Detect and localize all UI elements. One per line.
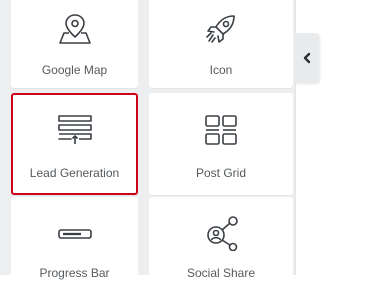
map-pin-icon bbox=[58, 14, 91, 44]
grid-icon bbox=[205, 115, 237, 145]
chevron-left-icon bbox=[303, 52, 311, 64]
progress-bar-icon bbox=[57, 229, 92, 239]
widget-label: Lead Generation bbox=[29, 166, 120, 180]
lead-form-icon bbox=[57, 115, 92, 144]
collapse-panel-button[interactable] bbox=[295, 33, 319, 83]
widget-label: Progress Bar bbox=[39, 266, 110, 280]
widget-panel: Google Map Icon Lead Generation Post Gri… bbox=[0, 0, 295, 287]
widget-social-share[interactable]: Social Share bbox=[149, 197, 293, 287]
widget-icon[interactable]: Icon bbox=[149, 0, 293, 88]
widget-progress-bar[interactable]: Progress Bar bbox=[11, 197, 138, 287]
widget-label: Google Map bbox=[41, 63, 108, 77]
widget-google-map[interactable]: Google Map bbox=[11, 0, 138, 88]
share-icon bbox=[207, 216, 238, 251]
widget-label: Icon bbox=[209, 63, 233, 77]
widget-label: Post Grid bbox=[195, 166, 246, 180]
widget-post-grid[interactable]: Post Grid bbox=[149, 93, 293, 195]
widget-label: Social Share bbox=[186, 266, 256, 280]
rocket-icon bbox=[206, 15, 235, 43]
widget-lead-generation[interactable]: Lead Generation bbox=[11, 93, 138, 195]
